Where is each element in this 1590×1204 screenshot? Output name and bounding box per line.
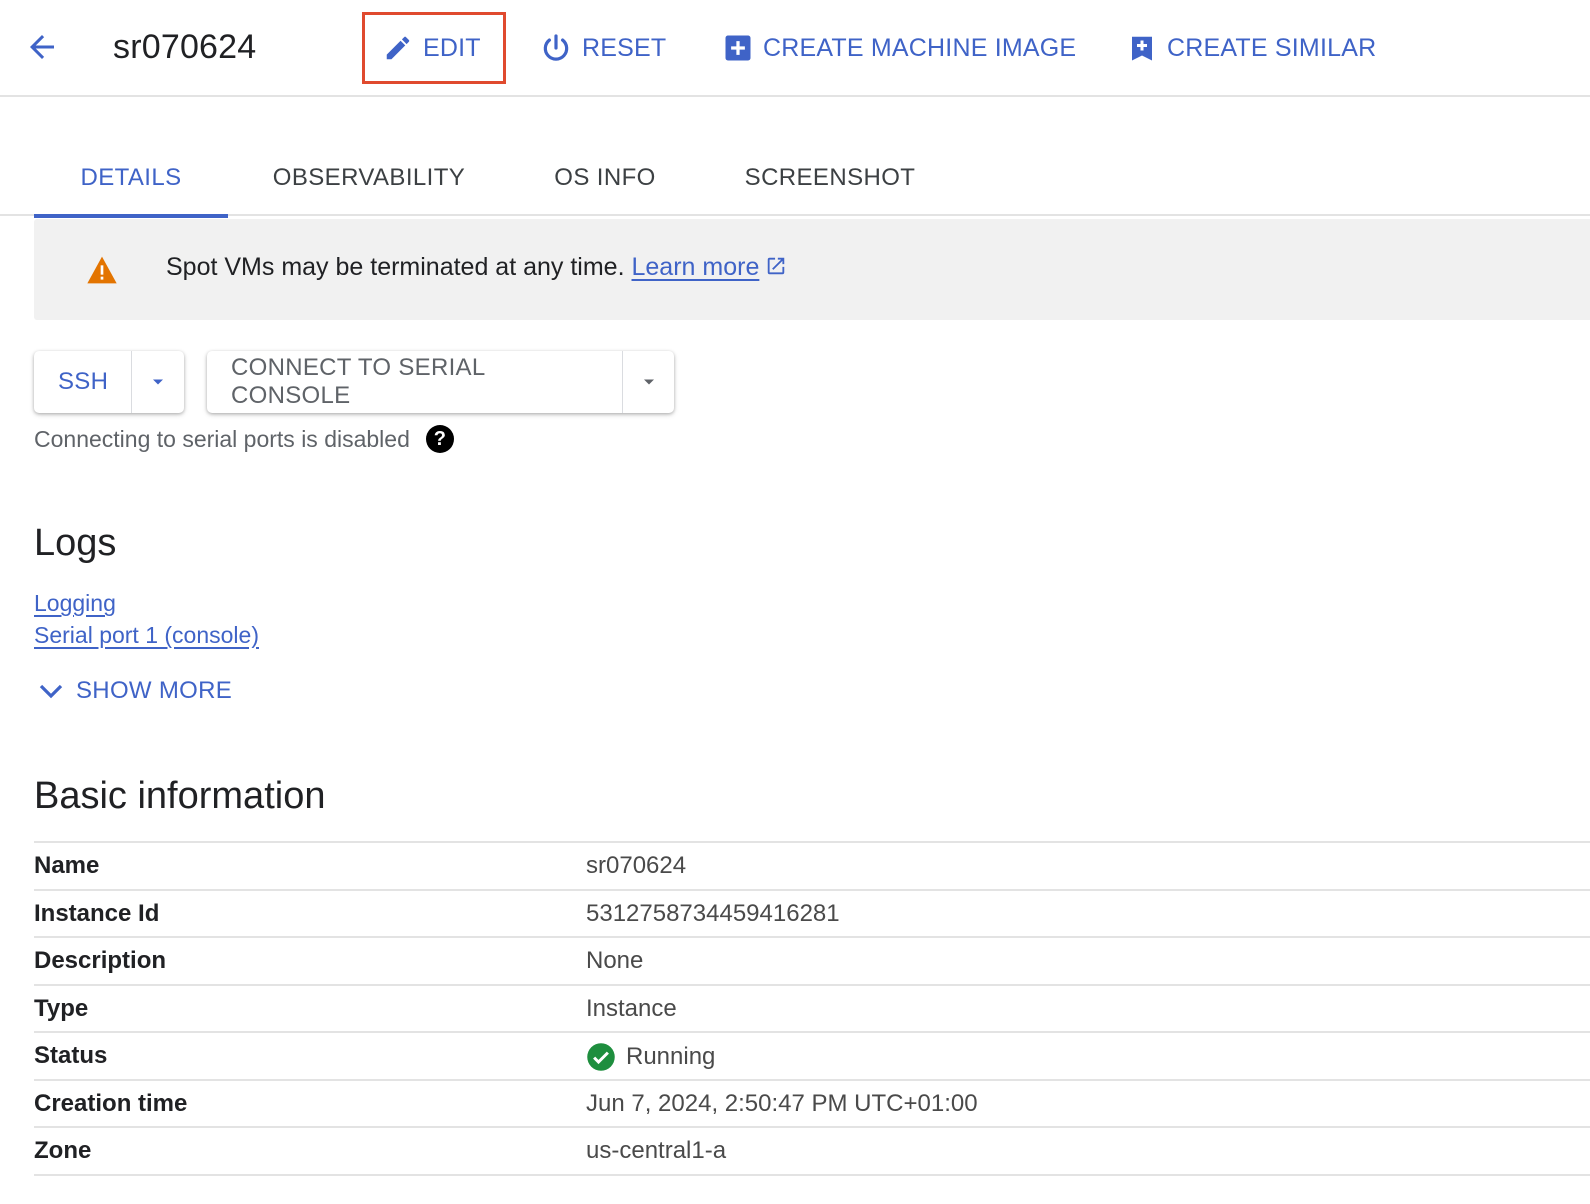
learn-more-label: Learn more xyxy=(631,253,760,281)
row-value: Instance xyxy=(586,995,677,1023)
row-key: Creation time xyxy=(34,1089,188,1117)
arrow-back-icon xyxy=(30,35,54,59)
learn-more-link[interactable]: Learn more xyxy=(632,253,760,281)
table-row: Zone us-central1-a xyxy=(34,1128,1590,1176)
row-value: Running xyxy=(586,1042,715,1072)
create-similar-button[interactable]: CREATE SIMILAR xyxy=(1127,22,1376,74)
table-row: Name sr070624 xyxy=(34,843,1590,891)
logging-link[interactable]: Logging xyxy=(34,590,116,617)
logs-heading: Logs xyxy=(34,522,117,564)
zone-value: us-central1-a xyxy=(586,1137,727,1164)
row-value: 5312758734459416281 xyxy=(586,900,840,928)
row-key: Status xyxy=(34,1042,108,1069)
creation-time-value: Jun 7, 2024, 2:50:47 PM UTC+01:00 xyxy=(586,1089,978,1117)
page-header: sr070624 EDIT RESET CREATE MACHINE IMAGE… xyxy=(0,0,1590,97)
show-more-label: SHOW MORE xyxy=(76,677,233,704)
connect-serial-console-button[interactable]: CONNECT TO SERIAL CONSOLE xyxy=(207,351,622,413)
help-icon[interactable]: ? xyxy=(425,425,454,453)
warning-icon xyxy=(87,256,117,284)
add-box-icon xyxy=(725,35,751,61)
basic-info-table: Name sr070624 Instance Id 53127587344594… xyxy=(34,841,1590,1176)
alert-message: Spot VMs may be terminated at any time. … xyxy=(166,253,787,282)
spot-vm-alert: Spot VMs may be terminated at any time. … xyxy=(34,219,1590,320)
row-key: Description xyxy=(34,947,167,974)
status-value: Running xyxy=(626,1043,716,1070)
tab-details[interactable]: DETAILS xyxy=(34,140,228,218)
create-similar-label: CREATE SIMILAR xyxy=(1167,33,1377,62)
serial-ports-hint: Connecting to serial ports is disabled ? xyxy=(34,425,454,453)
page-title: sr070624 xyxy=(113,28,257,66)
bookmark-add-icon xyxy=(1132,36,1152,61)
edit-highlight-box xyxy=(362,12,506,84)
ssh-dropdown-button[interactable] xyxy=(131,351,184,413)
row-key: Instance Id xyxy=(34,899,160,927)
create-machine-image-button[interactable]: CREATE MACHINE IMAGE xyxy=(723,22,1076,74)
tab-screenshot[interactable]: SCREENSHOT xyxy=(730,140,930,216)
row-value: Jun 7, 2024, 2:50:47 PM UTC+01:00 xyxy=(586,1090,978,1118)
row-key: Zone xyxy=(34,1137,92,1164)
serial-console-split-button: CONNECT TO SERIAL CONSOLE xyxy=(207,351,674,413)
alert-text: Spot VMs may be terminated at any time. xyxy=(166,253,625,281)
row-value: sr070624 xyxy=(586,852,686,880)
name-value: sr070624 xyxy=(586,852,687,879)
chevron-down-icon xyxy=(39,684,63,699)
back-button[interactable] xyxy=(22,27,62,67)
tab-observability[interactable]: OBSERVABILITY xyxy=(256,140,482,216)
ssh-button[interactable]: SSH xyxy=(34,351,131,413)
serial-ports-hint-text: Connecting to serial ports is disabled xyxy=(34,425,410,452)
table-row: Status Running xyxy=(34,1033,1590,1081)
instance-id-value: 5312758734459416281 xyxy=(586,899,840,927)
reset-button-label: RESET xyxy=(582,33,667,62)
basic-information-heading: Basic information xyxy=(34,775,326,817)
description-value: None xyxy=(586,947,644,974)
row-key: Type xyxy=(34,994,89,1022)
tab-bar: DETAILS OBSERVABILITY OS INFO SCREENSHOT xyxy=(0,140,1590,218)
serial-port-1-link[interactable]: Serial port 1 (console) xyxy=(34,622,259,649)
table-row: Creation time Jun 7, 2024, 2:50:47 PM UT… xyxy=(34,1081,1590,1128)
caret-down-icon xyxy=(153,379,163,385)
show-more-button[interactable]: SHOW MORE xyxy=(36,676,232,706)
ssh-split-button: SSH xyxy=(34,351,184,413)
create-machine-image-label: CREATE MACHINE IMAGE xyxy=(763,33,1077,62)
row-value: None xyxy=(586,947,643,975)
type-value: Instance xyxy=(586,994,677,1022)
row-value: us-central1-a xyxy=(586,1137,726,1165)
power-icon xyxy=(543,34,569,61)
open-in-new-icon xyxy=(768,257,785,275)
tab-os-info[interactable]: OS INFO xyxy=(540,140,670,216)
table-row: Description None xyxy=(34,938,1590,986)
table-row: Instance Id 5312758734459416281 xyxy=(34,891,1590,938)
caret-down-icon xyxy=(643,379,654,385)
serial-console-dropdown-button[interactable] xyxy=(622,351,674,413)
table-row: Type Instance xyxy=(34,986,1590,1033)
reset-button[interactable]: RESET xyxy=(540,22,666,74)
check-circle-icon xyxy=(587,1043,615,1071)
row-key: Name xyxy=(34,852,100,879)
